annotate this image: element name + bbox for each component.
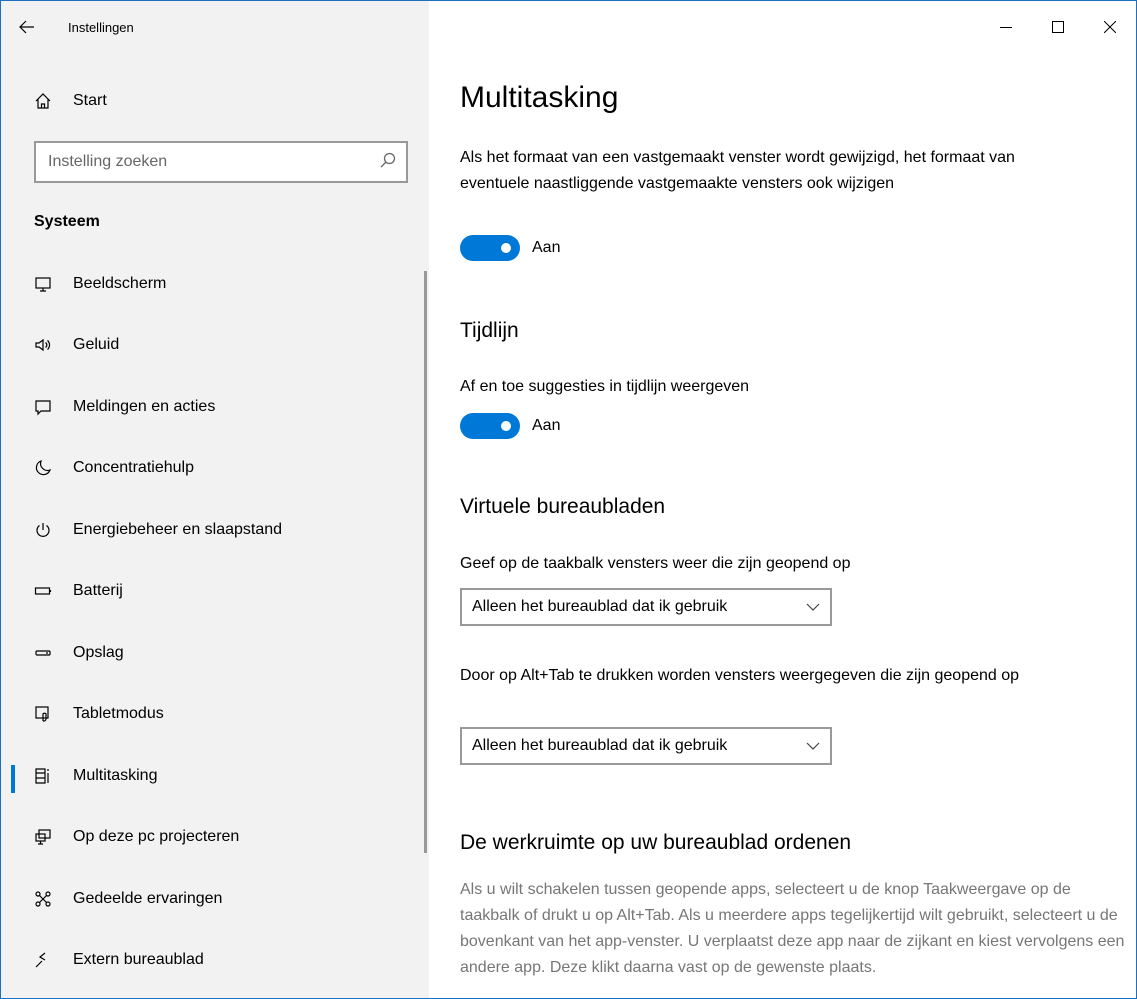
toggle-knob [501, 243, 511, 253]
sidebar-item-start[interactable]: Start [1, 79, 429, 123]
maximize-icon [1052, 21, 1064, 33]
sidebar-item-batterij[interactable]: Batterij [1, 561, 429, 623]
home-icon [31, 89, 55, 113]
sidebar-item-geluid[interactable]: Geluid [1, 315, 429, 377]
minimize-icon [1000, 27, 1012, 28]
shared-experiences-icon [31, 887, 55, 911]
toggle-switch[interactable] [460, 235, 520, 261]
sidebar-item-multitasking[interactable]: Multitasking [1, 745, 429, 807]
sidebar-item-label: Extern bureaublad [73, 951, 204, 969]
sidebar-item-label: Gedeelde ervaringen [73, 889, 223, 907]
workspace-description: Als u wilt schakelen tussen geopende app… [460, 881, 1125, 976]
toggle-switch[interactable] [460, 413, 520, 439]
back-button[interactable] [1, 1, 53, 53]
sidebar-scrollbar[interactable] [424, 271, 427, 853]
project-icon [31, 825, 55, 849]
nav-list: Beeldscherm Geluid Meldingen en acties C… [1, 253, 429, 991]
tablet-mode-icon [31, 702, 55, 726]
notification-icon [31, 395, 55, 419]
chevron-down-icon [806, 603, 820, 611]
sidebar: Instellingen Start Systeem Beeldscherm G… [1, 1, 429, 998]
power-icon [31, 518, 55, 542]
battery-icon [31, 579, 55, 603]
search-input[interactable] [48, 153, 368, 171]
alt-tab-description: Door op Alt+Tab te drukken worden venste… [460, 667, 1020, 684]
timeline-heading: Tijdlijn [460, 319, 519, 342]
moon-icon [31, 456, 55, 480]
close-icon [1104, 21, 1116, 33]
settings-window: Instellingen Start Systeem Beeldscherm G… [0, 0, 1137, 999]
sidebar-item-gedeelde-ervaringen[interactable]: Gedeelde ervaringen [1, 868, 429, 930]
sidebar-item-label: Energiebeheer en slaapstand [73, 520, 283, 538]
storage-icon [31, 641, 55, 665]
sidebar-item-label: Geluid [73, 336, 120, 354]
sidebar-item-projecteren[interactable]: Op deze pc projecteren [1, 807, 429, 869]
sidebar-item-label: Tabletmodus [73, 705, 164, 723]
search-icon[interactable] [380, 152, 396, 173]
sidebar-item-opslag[interactable]: Opslag [1, 622, 429, 684]
maximize-button[interactable] [1032, 1, 1084, 53]
minimize-button[interactable] [980, 1, 1032, 53]
sidebar-item-energiebeheer[interactable]: Energiebeheer en slaapstand [1, 499, 429, 561]
sidebar-item-label: Batterij [73, 582, 123, 600]
app-title: Instellingen [68, 19, 134, 35]
multitasking-icon [31, 764, 55, 788]
snap-resize-toggle[interactable]: Aan [460, 235, 560, 261]
sidebar-item-label: Concentratiehulp [73, 459, 194, 477]
sidebar-item-label: Start [73, 92, 107, 109]
alt-tab-dropdown[interactable]: Alleen het bureaublad dat ik gebruik [460, 727, 832, 765]
dropdown-value: Alleen het bureaublad dat ik gebruik [472, 598, 728, 615]
snap-resize-description: Als het formaat van een vastgemaakt vens… [460, 149, 1015, 192]
back-arrow-icon [19, 20, 34, 34]
toggle-state-label: Aan [532, 239, 561, 256]
dropdown-value: Alleen het bureaublad dat ik gebruik [472, 737, 728, 754]
remote-desktop-icon [31, 948, 55, 972]
sidebar-item-beeldscherm[interactable]: Beeldscherm [1, 253, 429, 315]
sidebar-item-meldingen[interactable]: Meldingen en acties [1, 376, 429, 438]
title-bar: Instellingen [1, 1, 429, 53]
timeline-description: Af en toe suggesties in tijdlijn weergev… [460, 378, 750, 395]
chevron-down-icon [806, 742, 820, 750]
toggle-state-label: Aan [532, 417, 561, 434]
sidebar-item-label: Opslag [73, 643, 124, 661]
caption-buttons [980, 1, 1136, 53]
sidebar-item-extern-bureaublad[interactable]: Extern bureaublad [1, 930, 429, 992]
monitor-icon [31, 272, 55, 296]
taskbar-windows-description: Geef op de taakbalk vensters weer die zi… [460, 555, 851, 572]
workspace-heading: De werkruimte op uw bureaublad ordenen [460, 831, 852, 854]
close-button[interactable] [1084, 1, 1136, 53]
taskbar-windows-dropdown[interactable]: Alleen het bureaublad dat ik gebruik [460, 588, 832, 626]
speaker-icon [31, 333, 55, 357]
timeline-toggle[interactable]: Aan [460, 413, 560, 439]
section-heading: Systeem [34, 213, 100, 230]
virtual-desktops-heading: Virtuele bureaubladen [460, 495, 666, 518]
sidebar-item-tabletmodus[interactable]: Tabletmodus [1, 684, 429, 746]
sidebar-item-label: Beeldscherm [73, 274, 167, 292]
sidebar-item-label: Op deze pc projecteren [73, 828, 240, 846]
page-title: Multitasking [460, 81, 619, 114]
toggle-knob [501, 421, 511, 431]
sidebar-item-label: Meldingen en acties [73, 397, 216, 415]
sidebar-item-concentratiehulp[interactable]: Concentratiehulp [1, 438, 429, 500]
sidebar-item-label: Multitasking [73, 766, 158, 784]
search-box[interactable] [34, 141, 408, 183]
